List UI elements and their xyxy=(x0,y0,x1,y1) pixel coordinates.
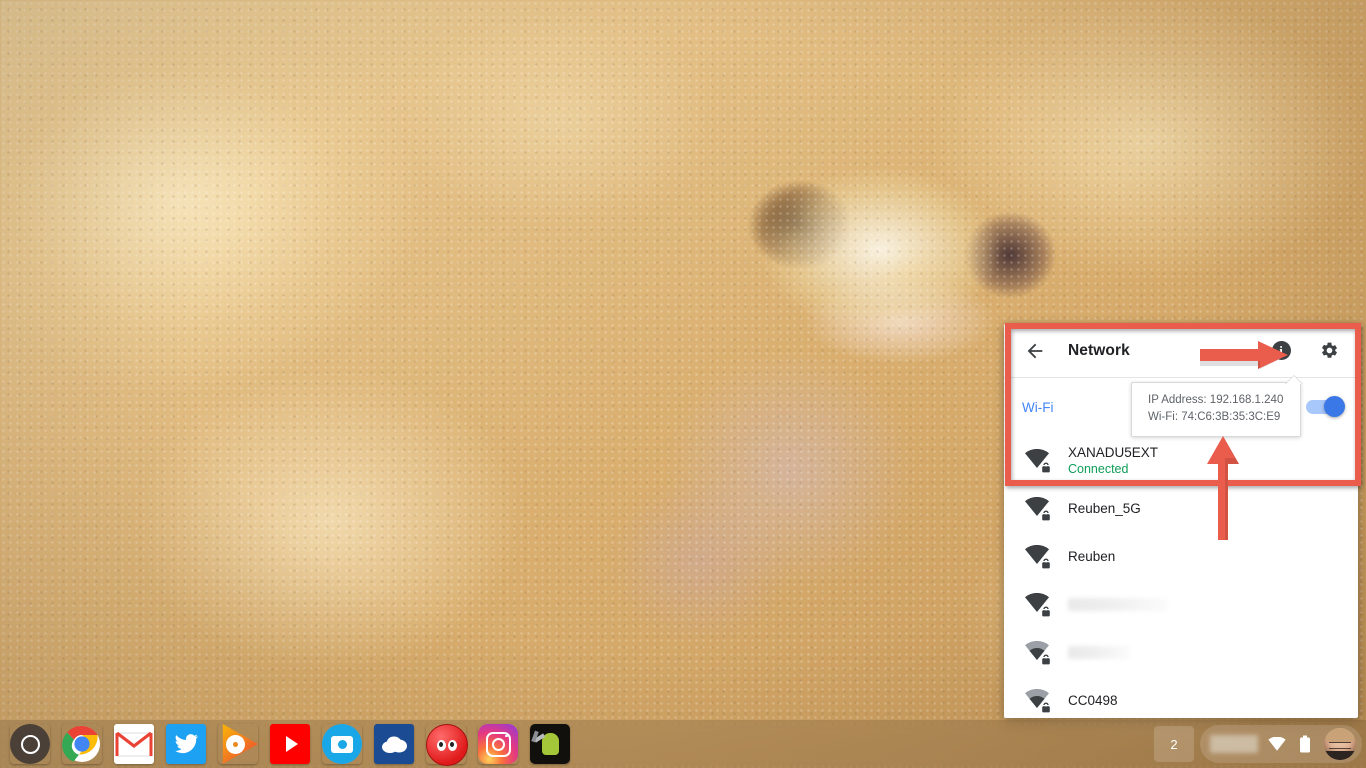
chromeos-desktop: Network i Wi-Fi XANADU5EXT Connected Reube… xyxy=(0,0,1366,768)
gear-icon[interactable] xyxy=(1314,336,1344,366)
shelf-app-red-ball[interactable] xyxy=(426,724,468,766)
shelf-app-chrome[interactable] xyxy=(62,724,102,764)
network-panel-header: Network i xyxy=(1004,324,1358,378)
battery-icon[interactable] xyxy=(1296,735,1314,753)
network-item-text: XANADU5EXT Connected xyxy=(1068,444,1158,477)
network-name: CC0498 xyxy=(1068,692,1118,708)
network-item-text: Reuben_5G xyxy=(1068,500,1141,517)
network-item-text: CC0498 xyxy=(1068,692,1118,709)
wifi-signal-icon xyxy=(1024,448,1051,473)
user-avatar[interactable] xyxy=(1324,728,1356,760)
system-tray[interactable] xyxy=(1200,725,1362,763)
network-status: Connected xyxy=(1068,461,1129,476)
chromeos-shelf: 2 xyxy=(0,720,1366,768)
network-list-item[interactable]: CC0498 xyxy=(1004,676,1358,718)
wifi-signal-icon xyxy=(1024,688,1051,713)
network-item-text: Reuben xyxy=(1068,548,1115,565)
network-list-item[interactable]: Reuben xyxy=(1004,532,1358,580)
network-list-item[interactable]: Reuben_5G xyxy=(1004,484,1358,532)
network-list-item[interactable] xyxy=(1004,580,1358,628)
shelf-app-twitter[interactable] xyxy=(166,724,206,764)
shelf-app-launcher[interactable] xyxy=(10,724,50,764)
wifi-signal-icon xyxy=(1024,496,1051,521)
shelf-app-play-music[interactable] xyxy=(218,724,258,764)
page-title: Network xyxy=(1068,341,1130,359)
shelf-status-area: 2 xyxy=(1154,724,1362,764)
tooltip-pointer xyxy=(1286,376,1302,384)
shelf-app-onedrive[interactable] xyxy=(374,724,414,764)
network-name: Reuben xyxy=(1068,548,1116,564)
shelf-app-list xyxy=(0,724,576,766)
info-icon-letter: i xyxy=(1271,341,1291,360)
network-name: XANADU5EXT xyxy=(1068,444,1159,460)
ip-address-tooltip: IP Address: 192.168.1.240 Wi-Fi: 74:C6:3… xyxy=(1131,375,1303,437)
tooltip-ip-address: IP Address: 192.168.1.240 xyxy=(1148,394,1284,406)
back-arrow-icon[interactable] xyxy=(1022,338,1048,364)
network-item-text xyxy=(1068,645,1130,659)
avatar-shirt xyxy=(1324,751,1356,760)
wifi-signal-icon xyxy=(1024,592,1051,617)
avatar-glasses xyxy=(1329,742,1351,749)
network-list-item[interactable] xyxy=(1004,628,1358,676)
network-name: Reuben_5G xyxy=(1068,500,1141,516)
shelf-app-android-game[interactable] xyxy=(530,724,570,764)
tray-clock xyxy=(1210,735,1258,753)
wifi-toggle-switch[interactable] xyxy=(1306,396,1345,417)
avatar-hair xyxy=(1326,728,1354,743)
shelf-app-camera[interactable] xyxy=(322,724,362,764)
wifi-signal-icon xyxy=(1024,640,1051,665)
network-list-item[interactable]: XANADU5EXT Connected xyxy=(1004,436,1358,484)
tooltip-mac-address: Wi-Fi: 74:C6:3B:35:3C:E9 xyxy=(1148,411,1281,423)
shelf-app-instagram[interactable] xyxy=(478,724,518,764)
info-icon[interactable]: i xyxy=(1266,336,1296,366)
network-name-redacted xyxy=(1068,597,1168,611)
desk-count-badge[interactable]: 2 xyxy=(1154,726,1194,762)
network-list: XANADU5EXT Connected Reuben_5G Reuben CC0498 xyxy=(1004,436,1358,718)
wifi-signal-icon xyxy=(1024,544,1051,569)
wifi-icon[interactable] xyxy=(1268,735,1286,753)
wifi-toggle-knob xyxy=(1324,396,1345,417)
shelf-app-youtube[interactable] xyxy=(270,724,310,764)
network-item-text xyxy=(1068,597,1168,611)
shelf-app-gmail[interactable] xyxy=(114,724,154,764)
network-name-redacted xyxy=(1068,645,1130,659)
